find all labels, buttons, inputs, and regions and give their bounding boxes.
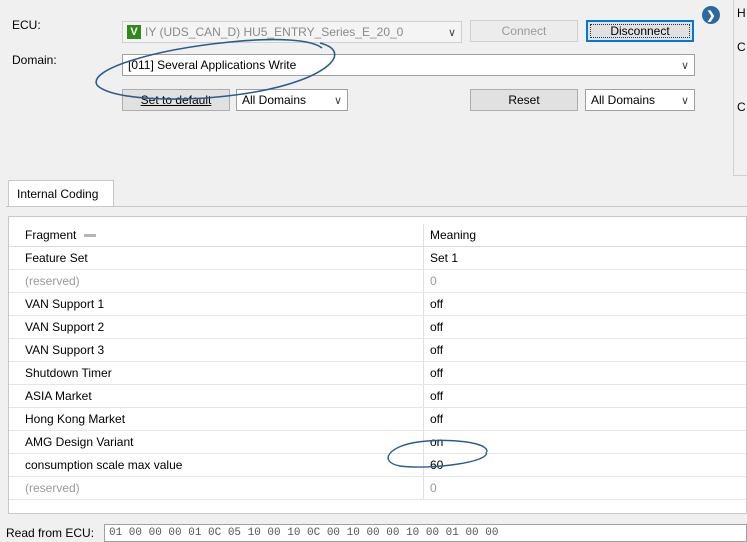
annotation-overlay	[95, 38, 488, 468]
annotation-ellipse-domain	[95, 38, 336, 100]
annotation-ellipse-amg	[387, 439, 488, 468]
